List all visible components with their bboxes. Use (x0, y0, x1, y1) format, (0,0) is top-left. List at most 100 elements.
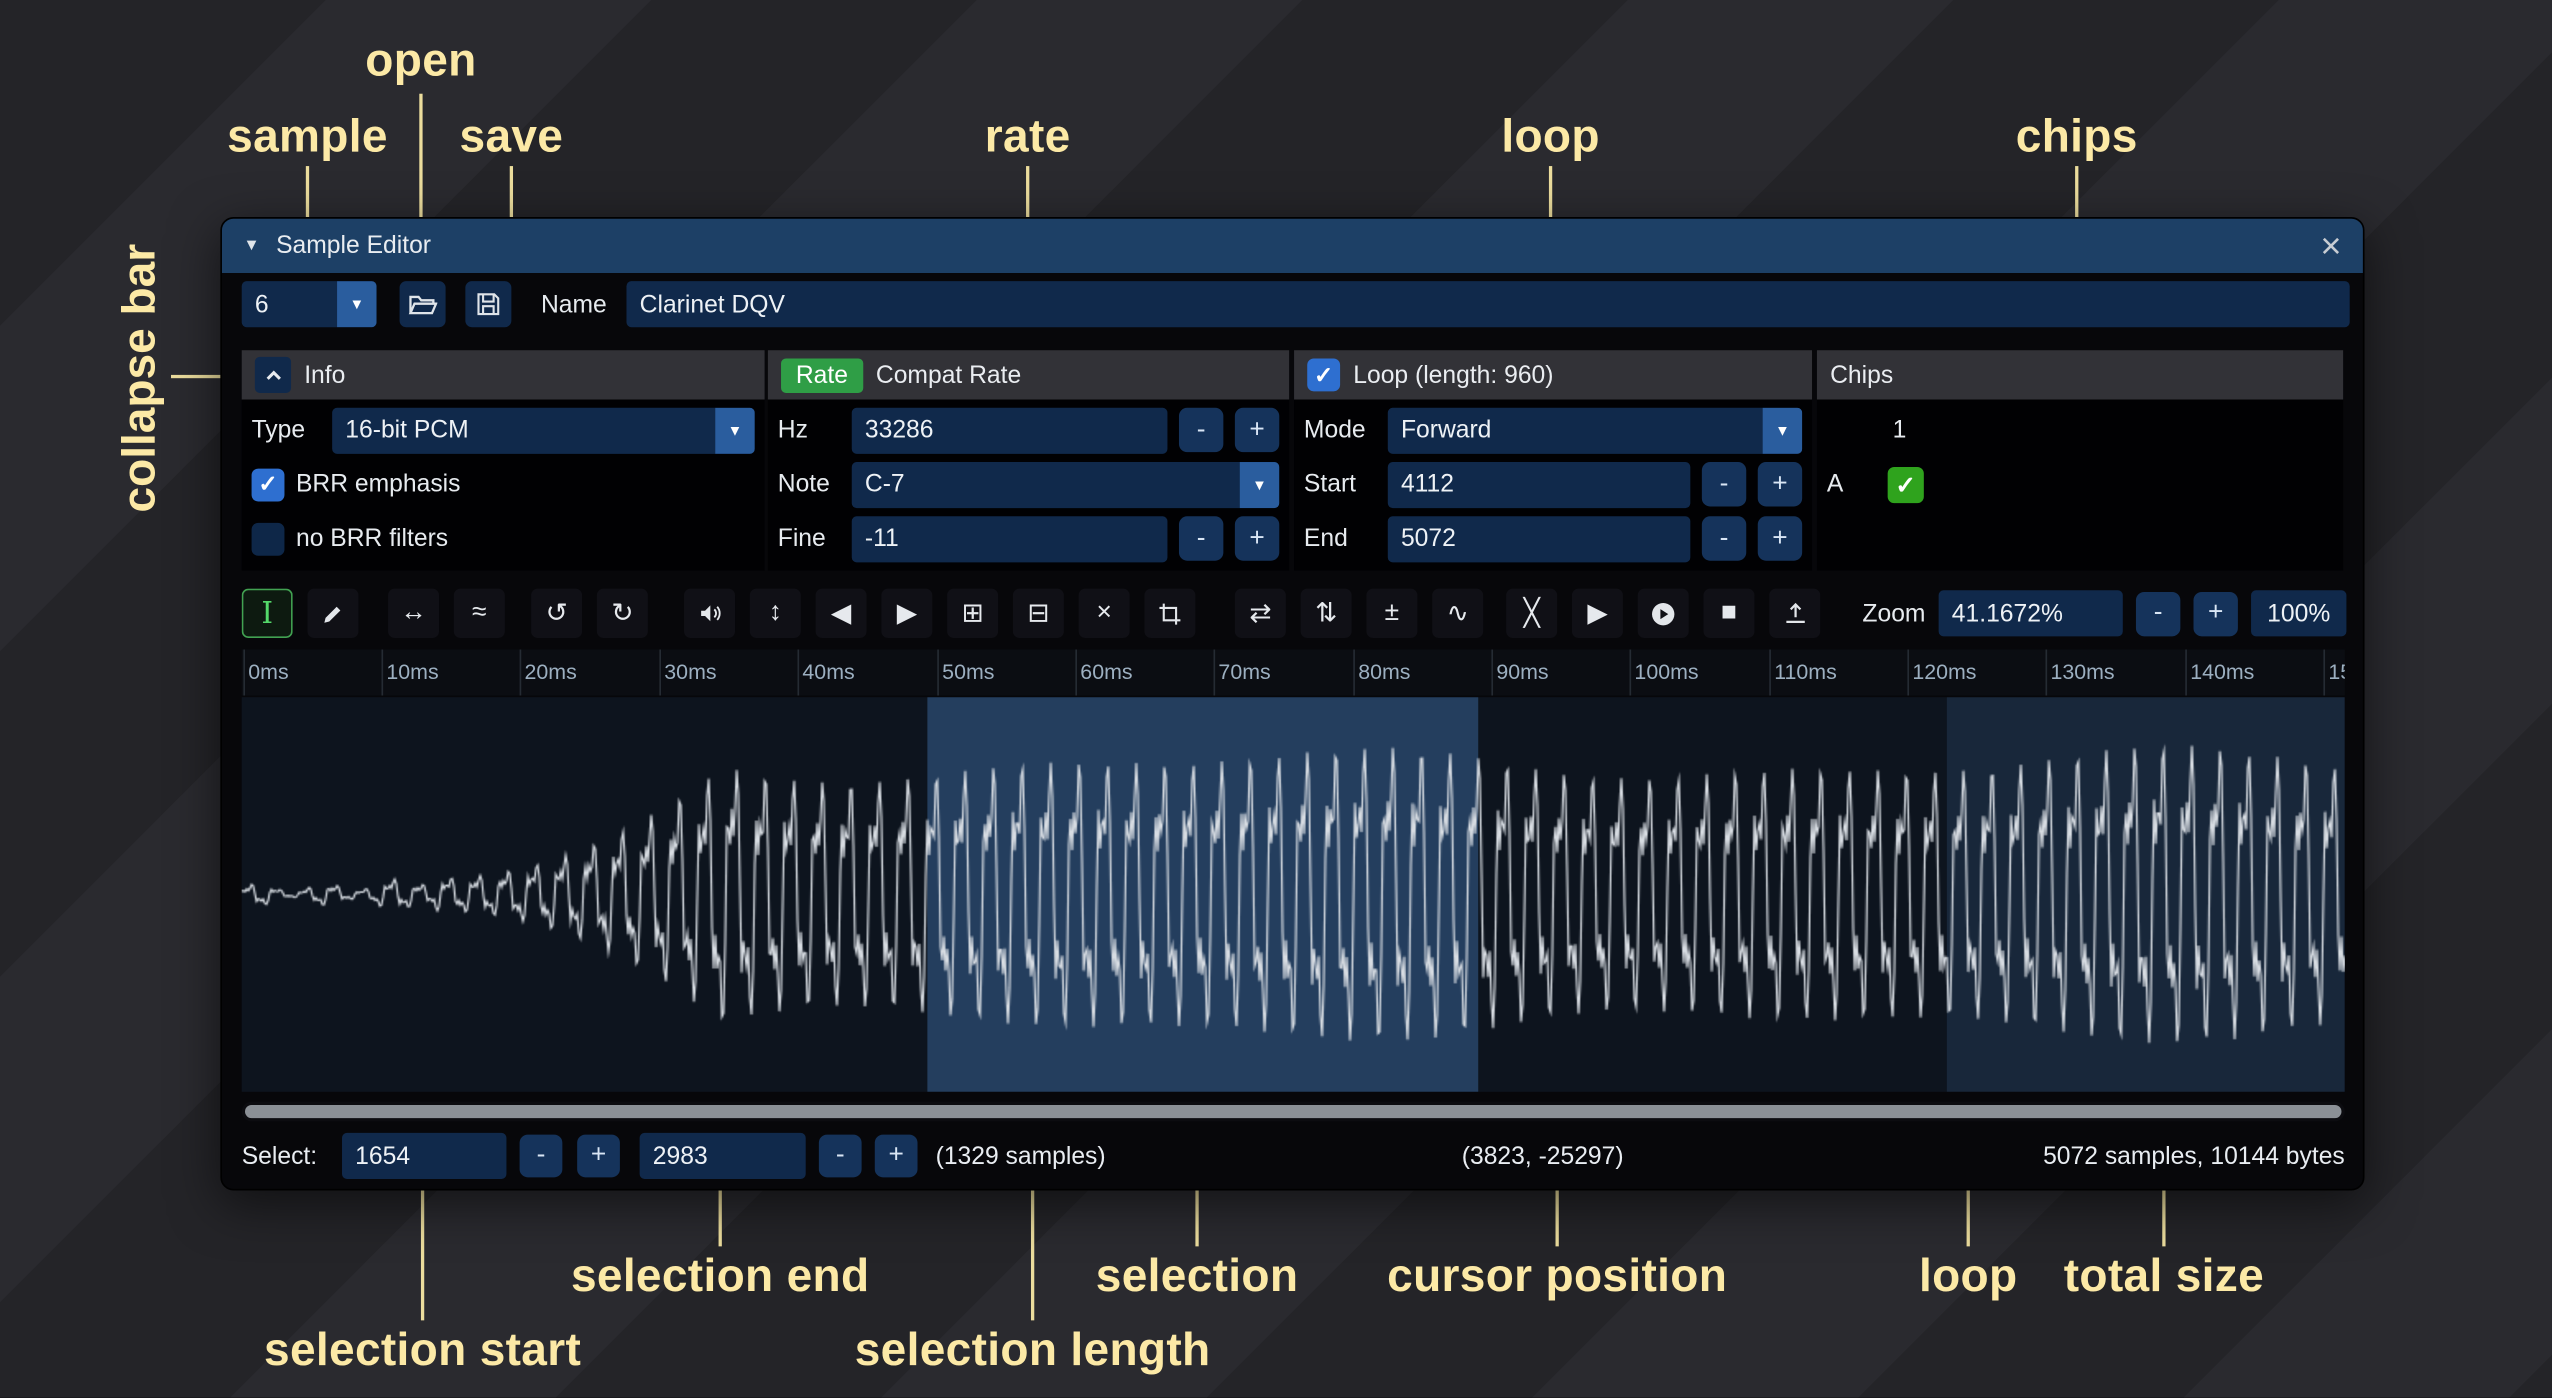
delete-button[interactable]: × (1079, 589, 1130, 638)
titlebar[interactable]: ▼ Sample Editor × (222, 219, 2363, 273)
resample-icon: ≈ (472, 599, 486, 629)
normalize-button[interactable]: ↕ (750, 589, 801, 638)
timeline-label: 0ms (248, 659, 288, 684)
normalize-icon: ↕ (769, 599, 782, 629)
timeline-label: 20ms (525, 659, 577, 684)
resize-button[interactable]: ↔ (388, 589, 439, 638)
chips-header-label: Chips (1830, 361, 1893, 389)
waveform-scrollbar[interactable] (242, 1102, 2345, 1122)
crossfade-icon: ╳ (1524, 597, 1540, 630)
note-select[interactable]: C-7 ▼ (852, 461, 1280, 507)
preview-button[interactable]: ▶ (1572, 589, 1623, 638)
name-label: Name (541, 290, 607, 318)
brr-emphasis-checkbox[interactable]: ✓ (252, 468, 285, 501)
fine-minus-button[interactable]: - (1179, 516, 1223, 560)
insert-silence-button[interactable]: ⊞ (947, 589, 998, 638)
loop-start-input[interactable]: 4112 (1388, 461, 1691, 507)
filter-icon: ∿ (1447, 597, 1469, 630)
play-icon: ▶ (1587, 597, 1607, 630)
type-select[interactable]: 16-bit PCM ▼ (332, 407, 755, 453)
undo-button[interactable]: ↺ (531, 589, 582, 638)
selection-end-input[interactable]: 2983 (640, 1133, 806, 1179)
chevron-down-icon[interactable]: ▼ (337, 281, 376, 327)
play-circle-icon (1649, 599, 1677, 627)
reverse-button[interactable]: ⇄ (1235, 589, 1286, 638)
chip-enable-checkbox[interactable]: ✓ (1888, 466, 1924, 502)
chevron-down-icon[interactable]: ▼ (715, 407, 754, 453)
check-icon: ✓ (1895, 469, 1916, 499)
brr-emphasis-label: BRR emphasis (296, 470, 461, 498)
loop-start-minus-button[interactable]: - (1702, 462, 1746, 506)
chip-row-label: A (1827, 470, 1876, 498)
resample-button[interactable]: ≈ (454, 589, 505, 638)
scrollbar-thumb[interactable] (245, 1105, 2341, 1118)
info-header[interactable]: Info (242, 350, 765, 399)
chevron-down-icon[interactable]: ▼ (1763, 407, 1802, 453)
hz-plus-button[interactable]: + (1235, 408, 1279, 452)
note-value: C-7 (852, 470, 1240, 498)
screenshot-stage: open sample save rate loop chips collaps… (0, 0, 2552, 1398)
loop-end-minus-button[interactable]: - (1702, 516, 1746, 560)
open-button[interactable] (400, 281, 446, 327)
loop-end-input[interactable]: 5072 (1388, 515, 1691, 561)
draw-mode-button[interactable] (307, 589, 358, 638)
selection-start-plus-button[interactable]: + (577, 1135, 620, 1178)
waveform-canvas[interactable] (242, 697, 2345, 1092)
collapse-bar-button[interactable] (255, 357, 291, 393)
loop-end-label: End (1304, 525, 1376, 553)
annotation-line-cursor-position (1556, 1182, 1559, 1246)
zoom-in-button[interactable]: + (2193, 591, 2237, 635)
selection-end-minus-button[interactable]: - (819, 1135, 862, 1178)
save-button[interactable] (465, 281, 511, 327)
fine-plus-button[interactable]: + (1235, 516, 1279, 560)
hz-input[interactable]: 33286 (852, 407, 1168, 453)
save-floppy-icon (475, 291, 501, 317)
selection-start-input[interactable]: 1654 (342, 1133, 506, 1179)
type-label: Type (252, 416, 321, 444)
name-input[interactable]: Clarinet DQV (627, 281, 2350, 327)
amplify-button[interactable] (684, 589, 735, 638)
zoom-out-button[interactable]: - (2136, 591, 2180, 635)
hz-minus-button[interactable]: - (1179, 408, 1223, 452)
preview-selection-button[interactable] (1638, 589, 1689, 638)
stop-preview-button[interactable]: ■ (1703, 589, 1754, 638)
zoom-reset-button[interactable]: 100% (2251, 590, 2346, 636)
waveform-view[interactable] (242, 697, 2345, 1092)
selection-start-minus-button[interactable]: - (520, 1135, 563, 1178)
chip-number: 1 (1893, 416, 1907, 444)
crossfade-button[interactable]: ╳ (1506, 589, 1557, 638)
loop-mode-select[interactable]: Forward ▼ (1388, 407, 1802, 453)
check-icon: ✓ (258, 470, 277, 498)
apply-silence-button[interactable]: ⊟ (1013, 589, 1064, 638)
sign-invert-button[interactable]: ± (1366, 589, 1417, 638)
sample-selector[interactable]: 6 ▼ (242, 281, 377, 327)
filter-button[interactable]: ∿ (1432, 589, 1483, 638)
rate-panel: Rate Compat Rate Hz 33286 - + Note C-7 ▼ (768, 350, 1289, 570)
fade-out-button[interactable]: ▶ (881, 589, 932, 638)
selection-end-plus-button[interactable]: + (875, 1135, 918, 1178)
annotation-loop-top: loop (1501, 110, 1599, 163)
loop-end-plus-button[interactable]: + (1758, 516, 1802, 560)
loop-enable-checkbox[interactable]: ✓ (1307, 358, 1340, 391)
zoom-input[interactable]: 41.1672% (1939, 590, 2123, 636)
window-collapse-icon[interactable]: ▼ (243, 237, 259, 255)
loop-start-label: Start (1304, 470, 1376, 498)
select-mode-button[interactable]: I (242, 589, 293, 638)
resize-icon: ↔ (400, 599, 426, 629)
timeline-label: 50ms (942, 659, 994, 684)
annotation-selection-start: selection start (264, 1324, 581, 1377)
timeline-label: 150ms (2328, 659, 2344, 684)
close-icon[interactable]: × (2320, 228, 2341, 264)
invert-button[interactable]: ⇅ (1301, 589, 1352, 638)
no-brr-filters-checkbox[interactable] (252, 522, 285, 555)
chevron-down-icon[interactable]: ▼ (1240, 461, 1279, 507)
loop-start-plus-button[interactable]: + (1758, 462, 1802, 506)
fade-in-button[interactable]: ◀ (816, 589, 867, 638)
create-wavetable-button[interactable] (1769, 589, 1820, 638)
timeline-label: 90ms (1496, 659, 1548, 684)
trim-button[interactable] (1144, 589, 1195, 638)
redo-button[interactable]: ↻ (597, 589, 648, 638)
open-folder-icon (408, 292, 438, 317)
loop-start-value: 4112 (1401, 470, 1454, 498)
fine-input[interactable]: -11 (852, 515, 1168, 561)
